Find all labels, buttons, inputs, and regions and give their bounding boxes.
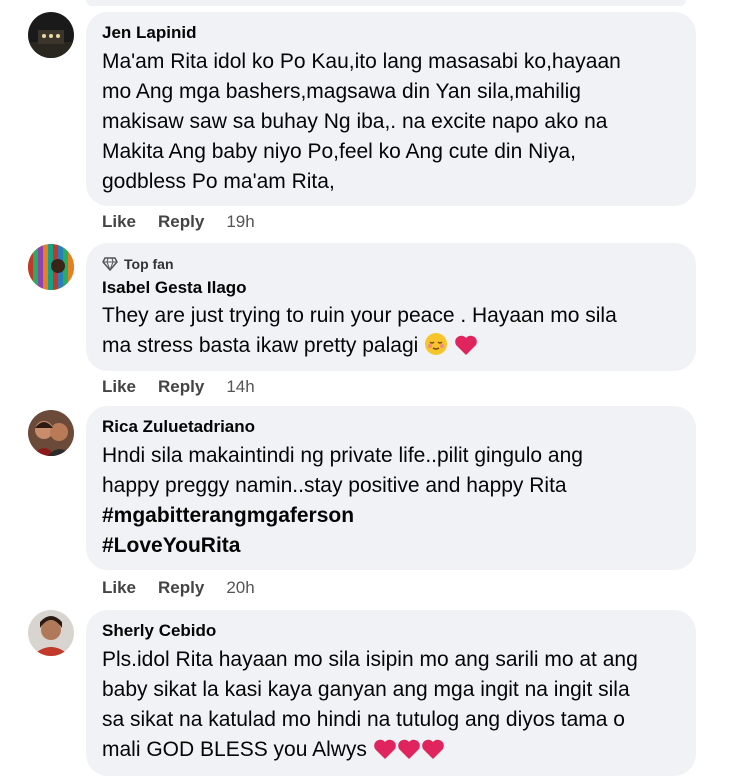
comment-actions: Like Reply 20h	[102, 578, 255, 598]
comment-timestamp[interactable]: 19h	[226, 212, 254, 232]
previous-comment-bubble-edge	[86, 0, 686, 6]
avatar[interactable]	[28, 410, 74, 456]
reply-button[interactable]: Reply	[158, 377, 204, 397]
comment-author[interactable]: Isabel Gesta Ilago	[102, 277, 680, 299]
avatar[interactable]	[28, 244, 74, 290]
heart-icon	[397, 739, 420, 759]
heart-icon	[421, 739, 444, 759]
comment-text: Hndi sila makaintindi ng private life..p…	[102, 441, 680, 561]
comment-actions: Like Reply 14h	[102, 377, 255, 397]
comment-bubble: Jen Lapinid Ma'am Rita idol ko Po Kau,it…	[86, 12, 696, 206]
like-button[interactable]: Like	[102, 377, 136, 397]
hashtag-link[interactable]: #mgabitterangmgaferson	[102, 501, 680, 531]
avatar[interactable]	[28, 12, 74, 58]
comment-text: Pls.idol Rita hayaan mo sila isipin mo a…	[102, 648, 638, 761]
comment-timestamp[interactable]: 20h	[226, 578, 254, 598]
comment-bubble: Top fan Isabel Gesta Ilago They are just…	[86, 243, 696, 371]
comment-bubble: Rica Zuluetadriano Hndi sila makaintindi…	[86, 406, 696, 570]
reply-button[interactable]: Reply	[158, 212, 204, 232]
comment-author[interactable]: Sherly Cebido	[102, 620, 680, 642]
comment-author[interactable]: Jen Lapinid	[102, 22, 680, 44]
comment-text: They are just trying to ruin your peace …	[102, 304, 617, 357]
comment-text: Ma'am Rita idol ko Po Kau,ito lang masas…	[102, 50, 621, 193]
like-button[interactable]: Like	[102, 578, 136, 598]
like-button[interactable]: Like	[102, 212, 136, 232]
comment-timestamp[interactable]: 14h	[226, 377, 254, 397]
hashtag-link[interactable]: #LoveYouRita	[102, 531, 680, 561]
reply-button[interactable]: Reply	[158, 578, 204, 598]
heart-icon	[373, 739, 396, 759]
top-fan-badge: Top fan	[102, 255, 680, 273]
comment-bubble: Sherly Cebido Pls.idol Rita hayaan mo si…	[86, 610, 696, 776]
comment-actions: Like Reply 19h	[102, 212, 255, 232]
avatar[interactable]	[28, 610, 74, 656]
diamond-icon	[102, 257, 118, 271]
heart-icon	[455, 335, 477, 355]
comment-author[interactable]: Rica Zuluetadriano	[102, 416, 680, 438]
relieved-face-emoji-icon	[425, 333, 448, 355]
